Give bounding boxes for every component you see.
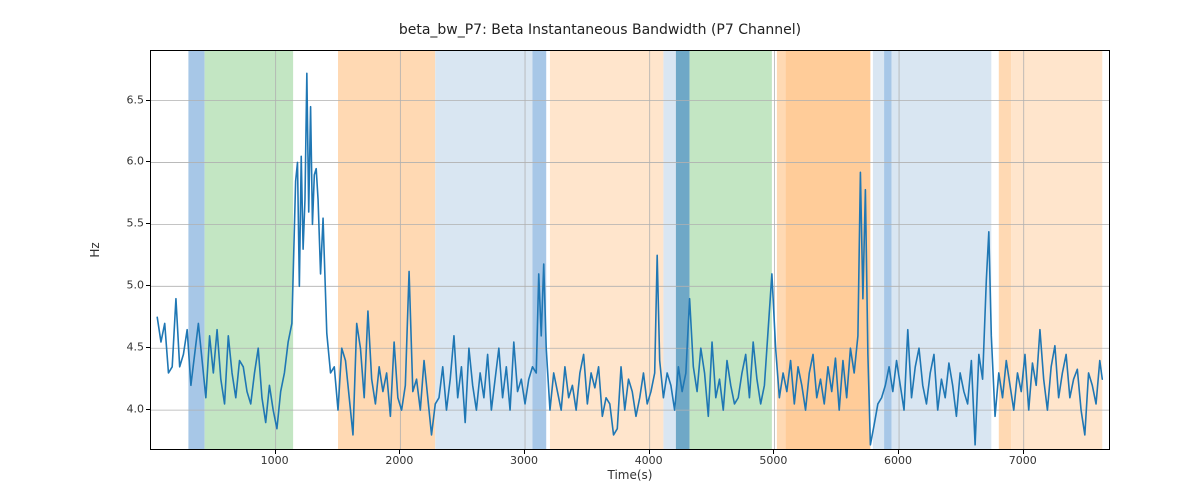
band (533, 51, 547, 450)
x-axis-label: Time(s) (150, 468, 1110, 482)
band (205, 51, 294, 450)
band (188, 51, 204, 450)
x-tick-label: 7000 (1009, 454, 1037, 467)
band (892, 51, 992, 450)
y-tick-mark (146, 409, 150, 410)
y-tick-label: 6.5 (110, 93, 144, 106)
plot-area (150, 50, 1110, 450)
y-tick-label: 4.0 (110, 403, 144, 416)
y-tick-mark (146, 100, 150, 101)
x-tick-label: 4000 (635, 454, 663, 467)
band (884, 51, 891, 450)
x-tick-mark (1023, 450, 1024, 454)
band (786, 51, 871, 450)
y-tick-mark (146, 347, 150, 348)
y-tick-mark (146, 223, 150, 224)
figure: beta_bw_P7: Beta Instantaneous Bandwidth… (0, 0, 1200, 500)
y-tick-label: 4.5 (110, 341, 144, 354)
band (873, 51, 884, 450)
y-tick-label: 5.0 (110, 279, 144, 292)
y-tick-mark (146, 161, 150, 162)
y-tick-label: 6.0 (110, 155, 144, 168)
x-tick-mark (649, 450, 650, 454)
plot-svg (151, 51, 1110, 450)
x-tick-label: 2000 (385, 454, 413, 467)
x-tick-mark (399, 450, 400, 454)
x-tick-mark (773, 450, 774, 454)
x-tick-mark (524, 450, 525, 454)
band (1011, 51, 1102, 450)
y-tick-mark (146, 285, 150, 286)
y-tick-label: 5.5 (110, 217, 144, 230)
chart-title: beta_bw_P7: Beta Instantaneous Bandwidth… (0, 22, 1200, 38)
x-tick-mark (275, 450, 276, 454)
x-tick-label: 6000 (884, 454, 912, 467)
band (338, 51, 435, 450)
band (690, 51, 772, 450)
y-axis-label: Hz (88, 50, 108, 450)
x-tick-label: 3000 (510, 454, 538, 467)
x-tick-label: 1000 (261, 454, 289, 467)
x-tick-label: 5000 (759, 454, 787, 467)
x-tick-mark (898, 450, 899, 454)
